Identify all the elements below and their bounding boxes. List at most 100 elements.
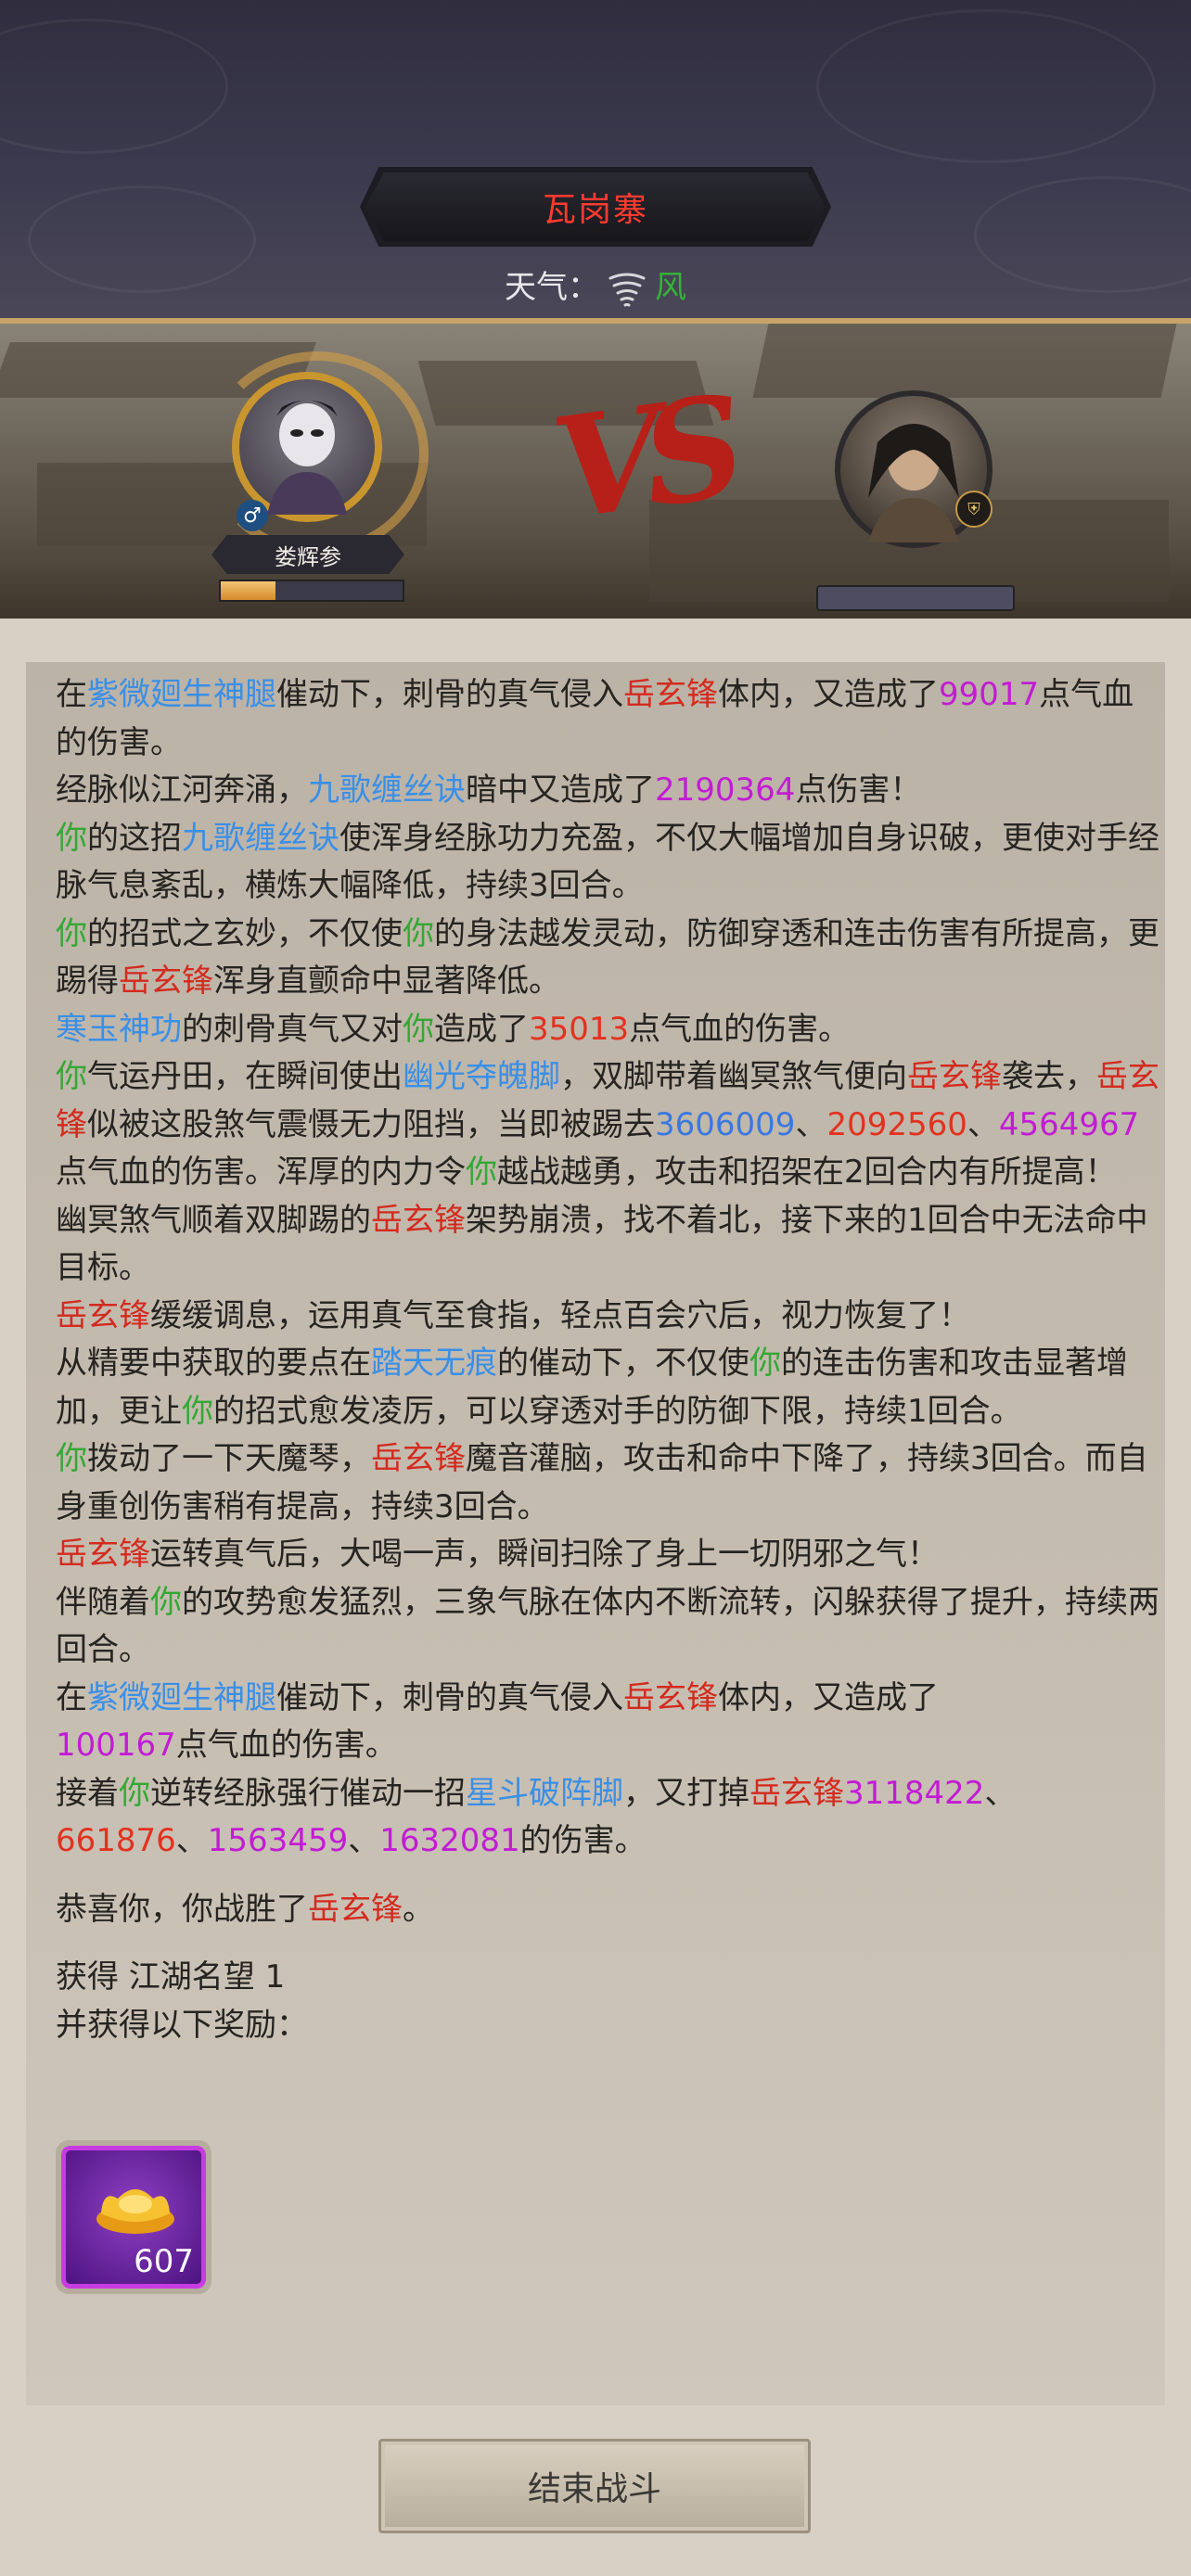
player-ref: 你: [56, 914, 87, 952]
log-text: 的催动下，不仅使: [497, 1345, 749, 1382]
enemy-name: 岳玄锋: [56, 1296, 150, 1334]
log-entry: 岳玄锋缓缓调息，运用真气至食指，轻点百会穴后，视力恢复了！: [56, 1293, 1159, 1341]
reward-heading: 并获得以下奖励：: [56, 2006, 308, 2044]
log-text: 的刺骨真气又对: [182, 1010, 403, 1048]
log-text: 恭喜你，你战胜了: [56, 1890, 308, 1928]
log-text: 的攻势愈发猛烈，三象气脉在体内不断流转，闪躲获得了提升，持续两回合。: [56, 1583, 1159, 1669]
log-entry: 寒玉神功的刺骨真气又对你造成了35013点气血的伤害。: [56, 1006, 1159, 1054]
skill-name: 寒玉神功: [56, 1010, 182, 1048]
log-text: 逆转经脉强行催动一招: [150, 1774, 466, 1812]
reward-count: 607: [134, 2243, 194, 2280]
log-text: 似被这股煞气震慑无力阻挡，当即被踢去: [87, 1105, 655, 1143]
enemy-name: 岳玄锋: [623, 1678, 718, 1716]
player-ref: 你: [56, 819, 87, 857]
log-entry: 在紫微廻生神腿催动下，刺骨的真气侵入岳玄锋体内，又造成了99017点气血的伤害。: [56, 671, 1159, 767]
damage-value: 100167: [56, 1727, 176, 1764]
log-text: 伴随着: [56, 1583, 150, 1621]
enemy-name: 岳玄锋: [119, 963, 213, 1000]
enemy-name: 岳玄锋: [623, 676, 718, 713]
log-text: 点伤害！: [795, 772, 922, 809]
enemy-name: 岳玄锋: [371, 1440, 466, 1477]
log-text: 催动下，刺骨的真气侵入: [276, 1678, 623, 1716]
log-text: 的招式之玄妙，不仅使: [87, 914, 403, 952]
battle-banner: ♂ 娄辉参 VS ⛨: [0, 324, 1191, 618]
skill-name: 紫微廻生神腿: [87, 676, 276, 713]
log-text: 浑身直颤命中显著降低。: [213, 963, 560, 1000]
skill-name: 九歌缠丝诀: [308, 772, 466, 809]
enemy-name: 岳玄锋: [308, 1890, 403, 1928]
log-text: 催动下，刺骨的真气侵入: [276, 676, 623, 713]
player-ref: 你: [749, 1345, 781, 1382]
damage-value: 3606009: [655, 1105, 796, 1143]
log-text: 在: [56, 1678, 87, 1716]
player-hp-fill: [221, 581, 275, 600]
enemy-name: 岳玄锋: [371, 1201, 466, 1239]
damage-value: 4564967: [998, 1105, 1140, 1143]
log-text: ，又打掉: [623, 1774, 749, 1812]
log-text: ，双脚带着幽冥煞气便向: [560, 1058, 907, 1095]
log-text: 、: [175, 1822, 208, 1859]
weather-value: 风: [655, 269, 686, 306]
reward-reputation: 获得 江湖名望 1: [56, 1958, 286, 1996]
log-text: 袭去，: [1002, 1058, 1096, 1095]
player-ref: 你: [403, 914, 434, 952]
log-text: 点气血的伤害。浑厚的内力令: [56, 1154, 466, 1191]
damage-value: 1632081: [379, 1822, 520, 1859]
log-text: 点气血的伤害。: [629, 1010, 851, 1048]
victory-message: 恭喜你，你战胜了岳玄锋。: [56, 1886, 1159, 1934]
male-icon: ♂: [237, 500, 268, 531]
log-text: 体内，又造成了: [718, 1678, 939, 1716]
log-text: 越战越勇，攻击和招架在2回合内有所提高！: [497, 1154, 1117, 1191]
player-name: 娄辉参: [211, 535, 404, 574]
log-entry: 伴随着你的攻势愈发猛烈，三象气脉在体内不断流转，闪躲获得了提升，持续两回合。: [56, 1579, 1159, 1675]
damage-value: 1563459: [207, 1822, 349, 1859]
enemy-name: 岳玄锋: [907, 1058, 1002, 1095]
log-text: 、: [984, 1774, 1017, 1812]
swirl-decoration: [0, 19, 228, 154]
log-entry: 岳玄锋运转真气后，大喝一声，瞬间扫除了身上一切阴邪之气！: [56, 1531, 1159, 1579]
log-text: 、: [967, 1105, 999, 1143]
skill-name: 幽光夺魄脚: [403, 1058, 560, 1095]
reward-item[interactable]: 607: [56, 2140, 211, 2294]
damage-value: 2092560: [826, 1105, 967, 1143]
player-ref: 你: [56, 1440, 87, 1477]
location-title: 瓦岗寨: [365, 172, 826, 241]
log-text: 体内，又造成了: [718, 676, 939, 713]
skill-name: 紫微廻生神腿: [87, 1678, 276, 1716]
log-text: 从精要中获取的要点在: [56, 1345, 371, 1382]
reward-item-frame: 607: [61, 2146, 206, 2289]
log-entry: 接着你逆转经脉强行催动一招星斗破阵脚，又打掉岳玄锋3118422、661876、…: [56, 1770, 1159, 1866]
log-text: 的招式愈发凌厉，可以穿透对手的防御下限，持续1回合。: [213, 1392, 1022, 1430]
log-text: 造成了: [434, 1010, 529, 1048]
log-text: 经脉似江河奔涌，: [56, 772, 308, 809]
enemy-name: 岳玄锋: [749, 1774, 844, 1812]
gold-ingot-icon: [96, 2189, 174, 2234]
swirl-decoration: [816, 9, 1156, 163]
log-entry: 你的招式之玄妙，不仅使你的身法越发灵动，防御穿透和连击伤害有所提高，更踢得岳玄锋…: [56, 911, 1159, 1006]
skill-name: 星斗破阵脚: [466, 1774, 623, 1812]
weather-row: 天气： 风: [0, 261, 1191, 308]
vs-emblem: VS: [544, 366, 737, 552]
end-battle-button[interactable]: 结束战斗: [378, 2439, 811, 2533]
player-ref: 你: [182, 1392, 213, 1430]
player-ref: 你: [150, 1583, 182, 1621]
log-text: 、: [795, 1105, 827, 1143]
log-text: 接着: [56, 1774, 119, 1812]
damage-value: 3118422: [844, 1774, 985, 1812]
log-text: 在: [56, 676, 87, 713]
log-text: 运转真气后，大喝一声，瞬间扫除了身上一切阴邪之气！: [150, 1536, 939, 1573]
log-text: 拨动了一下天魔琴，: [87, 1440, 371, 1477]
log-entry: 经脉似江河奔涌，九歌缠丝诀暗中又造成了2190364点伤害！: [56, 767, 1159, 815]
damage-value: 35013: [529, 1010, 630, 1048]
skill-name: 九歌缠丝诀: [182, 819, 339, 857]
weather-label: 天气：: [505, 269, 599, 306]
damage-value: 661876: [56, 1822, 176, 1859]
player-ref: 你: [56, 1058, 87, 1095]
enemy-name: 岳玄锋: [56, 1536, 150, 1573]
log-entry: 你气运丹田，在瞬间使出幽光夺魄脚，双脚带着幽冥煞气便向岳玄锋袭去，岳玄锋似被这股…: [56, 1053, 1159, 1197]
shield-icon: ⛨: [955, 491, 992, 528]
log-text: 点气血的伤害。: [175, 1727, 397, 1764]
log-text: 气运丹田，在瞬间使出: [87, 1058, 403, 1095]
skill-name: 踏天无痕: [371, 1345, 497, 1382]
log-entry: 幽冥煞气顺着双脚踢的岳玄锋架势崩溃，找不着北，接下来的1回合中无法命中目标。: [56, 1197, 1159, 1293]
